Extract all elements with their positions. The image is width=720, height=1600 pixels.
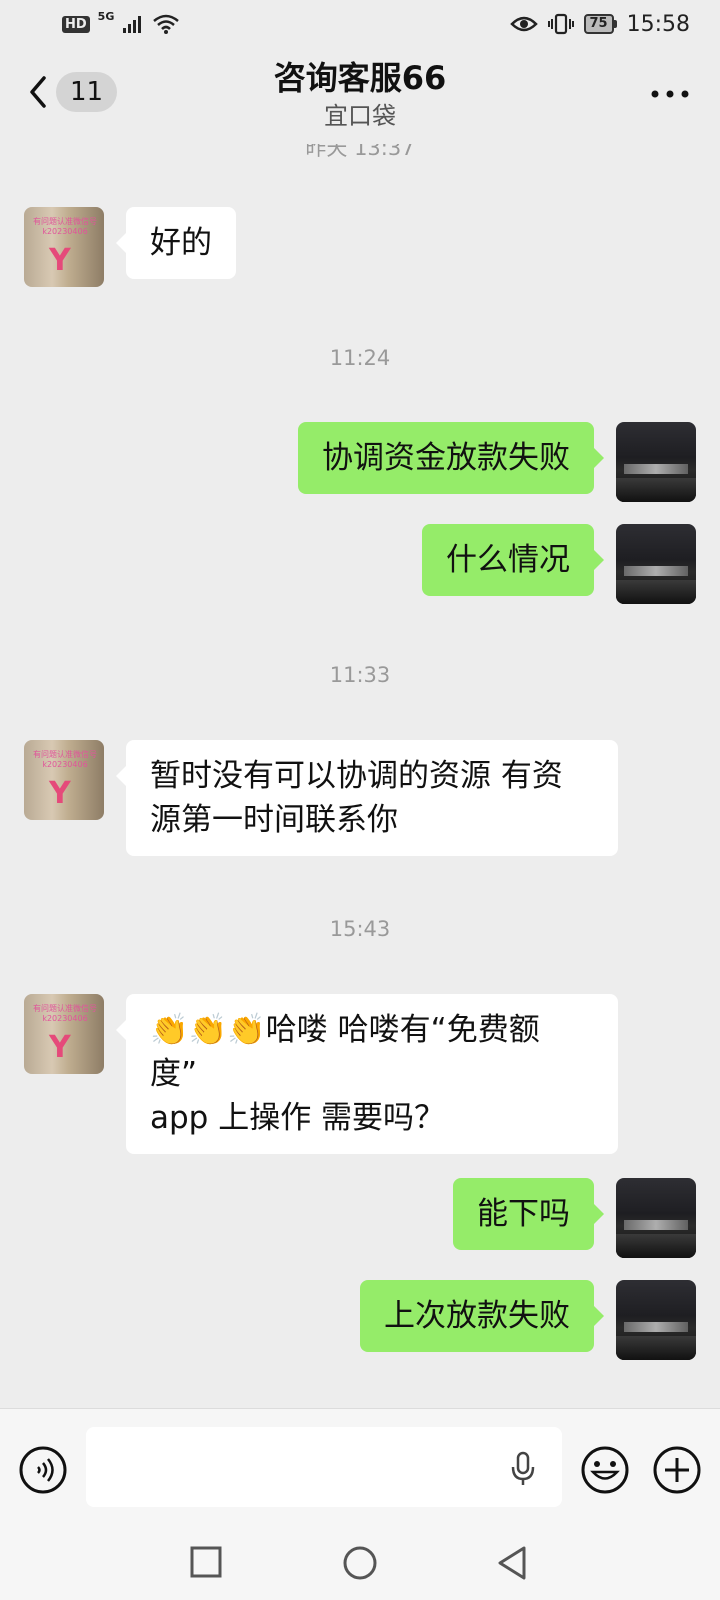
battery-indicator: 75 <box>583 14 617 34</box>
smiley-icon <box>581 1446 629 1494</box>
system-nav-bar <box>0 1532 720 1600</box>
timestamp: 15:43 <box>329 917 391 941</box>
avatar-cityscape <box>624 566 688 576</box>
input-bar <box>0 1408 720 1532</box>
avatar-cityscape <box>624 1322 688 1332</box>
avatar-initial: Y <box>49 1030 71 1065</box>
chevron-left-icon <box>30 76 46 108</box>
message-bubble-received[interactable]: 👏👏👏哈喽 哈喽有“免费额 度” app 上操作 需要吗？ <box>116 994 618 1154</box>
wifi-icon <box>153 14 180 34</box>
signal-icon <box>123 16 142 33</box>
emoji-button[interactable] <box>580 1445 630 1499</box>
message-bubble-sent[interactable]: 能下吗 <box>453 1178 604 1250</box>
voice-mode-button[interactable] <box>18 1445 68 1499</box>
battery-level: 75 <box>583 14 614 34</box>
message-text: 什么情况 <box>446 542 570 578</box>
message-text: 能下吗 <box>477 1196 570 1232</box>
circle-icon <box>343 1546 377 1580</box>
message-bubble-sent[interactable]: 什么情况 <box>422 524 604 596</box>
status-right: 75 15:58 <box>509 11 690 37</box>
message-text: 协调资金放款失败 <box>322 440 570 476</box>
avatar-cityscape <box>624 464 688 474</box>
avatar-water <box>616 478 696 502</box>
contact-avatar[interactable]: 有问题认准微信号 k20230406 Y <box>24 740 104 820</box>
my-avatar[interactable] <box>616 524 696 604</box>
message-text: 好的 <box>150 225 212 261</box>
voice-input-button[interactable] <box>510 1451 536 1491</box>
timestamp: 昨天 13:37 <box>305 144 415 160</box>
timestamp: 11:33 <box>329 663 391 687</box>
message-bubble-sent[interactable]: 协调资金放款失败 <box>298 422 604 494</box>
avatar-caption: 有问题认准微信号 k20230406 <box>33 217 97 236</box>
more-functions-button[interactable] <box>652 1445 702 1499</box>
voice-icon <box>19 1446 67 1494</box>
battery-tip <box>613 20 617 28</box>
chat-subtitle: 宜口袋 <box>324 102 396 130</box>
message-text-line: 源第一时间联系你 <box>150 802 398 838</box>
my-avatar[interactable] <box>616 422 696 502</box>
plus-circle-icon <box>653 1446 701 1494</box>
my-avatar[interactable] <box>616 1178 696 1258</box>
unread-count-badge: 11 <box>56 72 118 112</box>
eye-icon <box>509 16 538 32</box>
back-nav-button[interactable] <box>494 1544 530 1586</box>
more-options-button[interactable] <box>650 86 690 106</box>
avatar-water <box>616 1234 696 1258</box>
triangle-back-icon <box>498 1546 526 1580</box>
back-button[interactable]: 11 <box>22 70 118 114</box>
network-type: 5G <box>97 9 115 23</box>
my-avatar[interactable] <box>616 1280 696 1360</box>
title-block: 咨询客服66 宜口袋 <box>160 56 560 132</box>
message-text: 哈喽 哈喽有“免费额 <box>265 1012 540 1048</box>
chat-header: 11 咨询客服66 宜口袋 <box>0 48 720 144</box>
home-button[interactable] <box>341 1544 379 1586</box>
avatar-cityscape <box>624 1220 688 1230</box>
message-bubble-received[interactable]: 暂时没有可以协调的资源 有资 源第一时间联系你 <box>116 740 618 856</box>
message-bubble-received[interactable]: 好的 <box>116 207 236 279</box>
vibrate-icon <box>547 13 574 35</box>
message-text-line: 暂时没有可以协调的资源 有资 <box>150 758 563 794</box>
message-text: 上次放款失败 <box>384 1298 570 1334</box>
timestamp: 11:24 <box>329 346 391 370</box>
message-text-line: 👏👏👏哈喽 哈喽有“免费额 <box>150 1008 594 1052</box>
avatar-caption: 有问题认准微信号 k20230406 <box>33 750 97 769</box>
message-bubble-sent[interactable]: 上次放款失败 <box>360 1280 604 1352</box>
status-time: 15:58 <box>626 11 690 37</box>
clap-emoji: 👏👏👏 <box>150 1012 266 1048</box>
contact-avatar[interactable]: 有问题认准微信号 k20230406 Y <box>24 207 104 287</box>
avatar-initial: Y <box>49 243 71 278</box>
status-left: HD 5G <box>62 9 180 35</box>
recents-button[interactable] <box>188 1544 224 1584</box>
more-dots-icon <box>651 90 689 98</box>
avatar-caption: 有问题认准微信号 k20230406 <box>33 1004 97 1023</box>
contact-avatar[interactable]: 有问题认准微信号 k20230406 Y <box>24 994 104 1074</box>
avatar-water <box>616 1336 696 1360</box>
microphone-icon <box>511 1451 535 1485</box>
avatar-water <box>616 580 696 604</box>
message-text-line: 度” <box>150 1056 198 1092</box>
hd-badge: HD <box>62 15 90 33</box>
avatar-initial: Y <box>49 776 71 811</box>
message-list[interactable]: 昨天 13:37 有问题认准微信号 k20230406 Y 好的 11:24 协… <box>0 144 720 1408</box>
message-text-line: app 上操作 需要吗？ <box>150 1100 446 1136</box>
status-bar: HD 5G 75 15:58 <box>0 0 720 48</box>
message-input[interactable] <box>86 1427 562 1507</box>
chat-title: 咨询客服66 <box>273 59 447 97</box>
square-icon <box>190 1546 222 1578</box>
